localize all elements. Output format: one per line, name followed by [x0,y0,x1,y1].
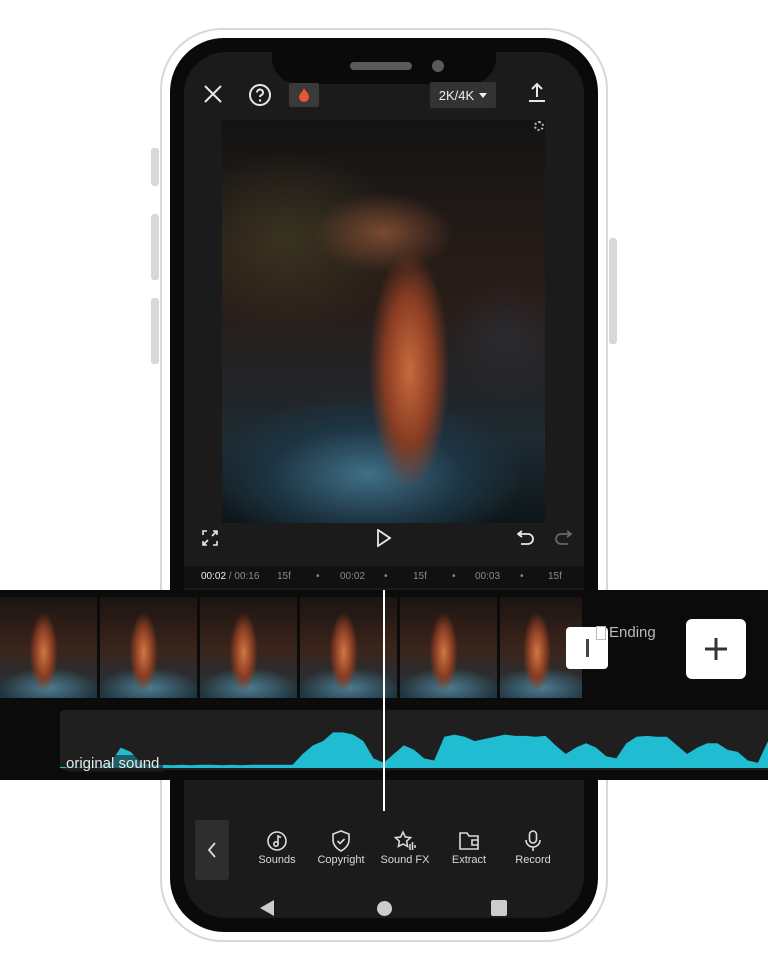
toolbar-extract[interactable]: Extract [437,828,501,866]
nav-back-icon[interactable] [260,900,274,916]
back-button[interactable] [195,820,229,880]
playhead[interactable] [383,590,385,811]
toolbar-record[interactable]: Record [501,828,565,866]
close-icon[interactable] [201,82,225,106]
ruler-tick: 00:02 [340,571,366,582]
toolbar-label: Sounds [258,854,296,866]
toolbar-label: Extract [451,854,487,866]
ruler-tick: • [316,571,320,582]
audio-waveform [60,732,768,768]
plus-icon [705,638,727,660]
pro-flame-button[interactable] [289,83,319,107]
phone-power-button [609,238,617,344]
video-clip-thumbnail[interactable] [0,597,97,698]
phone-notch [272,38,496,84]
ruler-tick: 15f [413,571,427,582]
toolbar-label: Copyright [317,854,365,866]
phone-side-button [151,148,159,186]
trim-bar-icon [585,639,589,657]
loading-spinner-icon [534,121,544,131]
microphone-icon [501,828,565,854]
folder-icon [437,828,501,854]
export-icon[interactable] [526,80,548,104]
phone-volume-down [151,298,159,364]
ruler-tick: • [452,571,456,582]
video-clip-thumbnail[interactable] [200,597,297,698]
current-time: 00:02 [201,571,227,582]
toolbar-sound-fx[interactable]: Sound FX [373,828,437,866]
audio-track-label: original sound [66,755,164,772]
time-ruler: 00:02 / 00:16 15f • 00:02 • 15f • 00:03 … [184,566,584,588]
resolution-label: 2K/4K [438,87,475,103]
nav-home-icon[interactable] [377,901,392,916]
time-readout: 00:02 / 00:16 [201,571,259,582]
ruler-tick: • [384,571,388,582]
music-note-icon [245,828,309,854]
nav-recents-icon[interactable] [491,900,507,916]
ruler-tick: 00:03 [475,571,501,582]
total-time: 00:16 [234,571,260,582]
toolbar-sounds[interactable]: Sounds [245,828,309,866]
undo-icon[interactable] [516,529,536,547]
video-clip-thumbnail[interactable] [100,597,197,698]
ending-button[interactable]: Ending [596,624,656,641]
toolbar-copyright[interactable]: Copyright [309,828,373,866]
star-sound-icon [373,828,437,854]
ruler-tick: • [520,571,524,582]
audio-track[interactable]: original sound [60,710,768,772]
video-preview[interactable] [222,120,545,523]
waveform-shape [60,732,768,768]
shield-check-icon [309,828,373,854]
add-clip-button[interactable] [686,619,746,679]
toolbar-label: Sound FX [380,854,430,866]
play-icon[interactable] [374,527,394,549]
fullscreen-icon[interactable] [201,529,219,547]
chevron-left-icon [207,842,216,858]
resolution-dropdown[interactable]: 2K/4K [430,82,496,108]
phone-volume-up [151,214,159,280]
ruler-tick: 15f [548,571,562,582]
front-camera [432,60,444,72]
help-icon[interactable] [247,82,273,108]
video-clip-thumbnail[interactable] [400,597,497,698]
toolbar-label: Record [515,854,551,866]
ending-icon [596,625,606,640]
speaker [350,62,412,70]
ending-label: Ending [609,624,656,641]
caret-down-icon [479,92,488,98]
redo-icon[interactable] [553,529,573,547]
ruler-tick: 15f [277,571,291,582]
